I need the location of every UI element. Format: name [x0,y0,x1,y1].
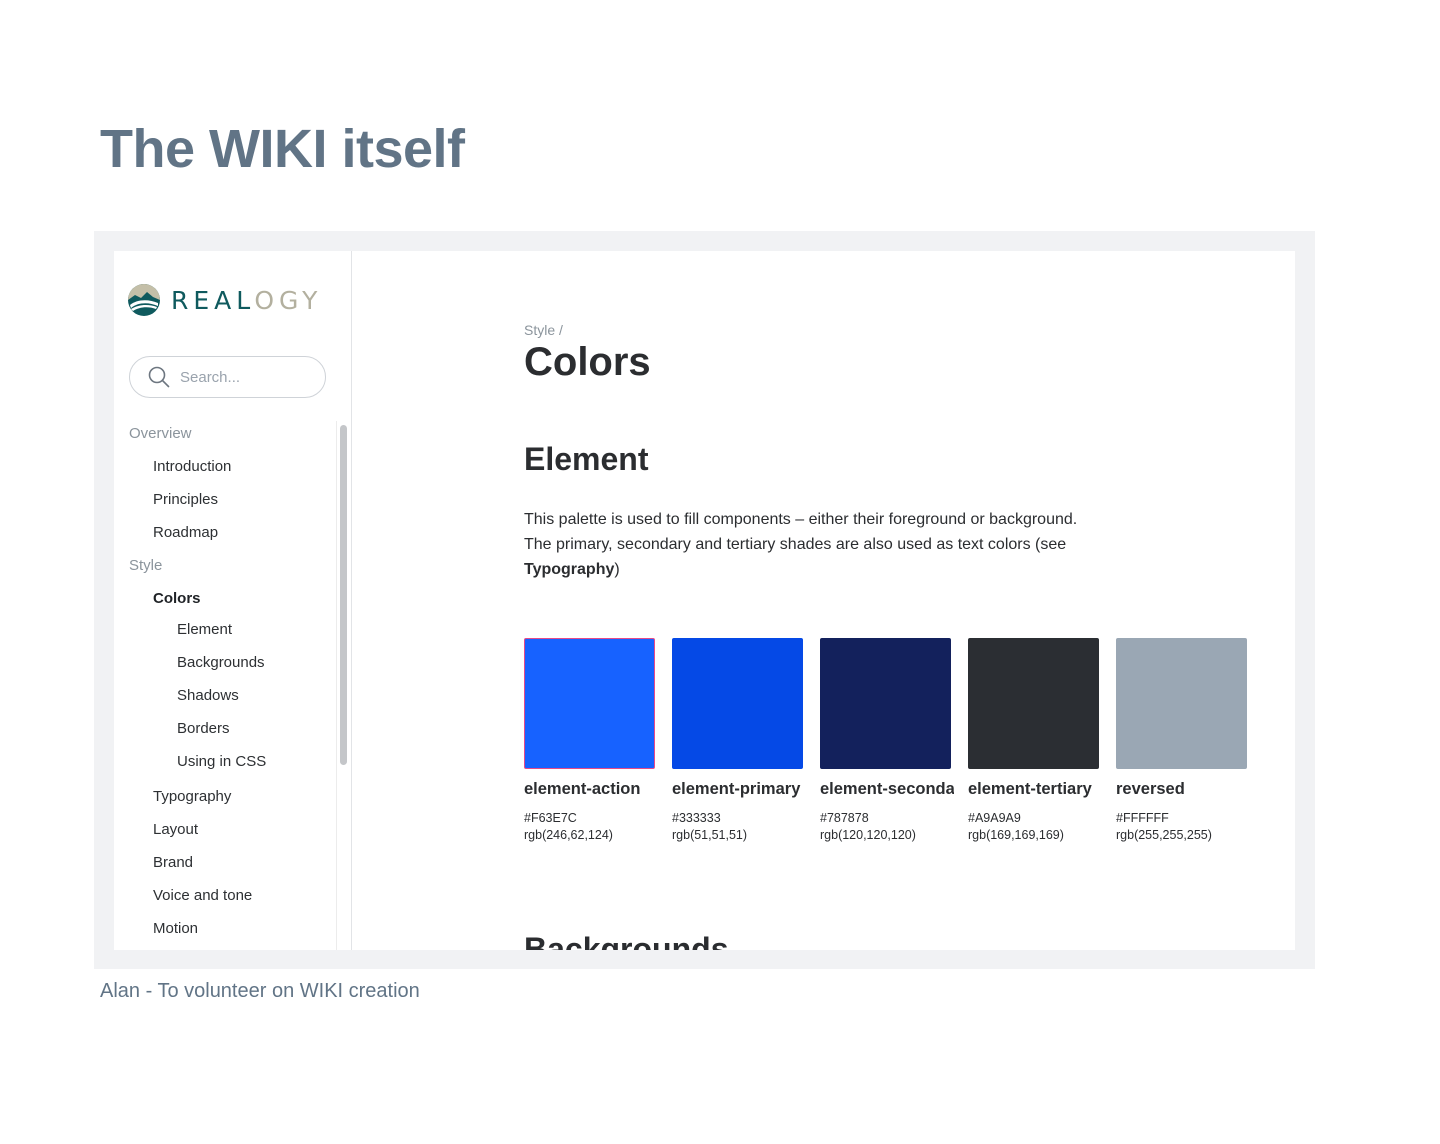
brand-logo[interactable]: REALOGY [127,283,322,317]
color-swatch: element-secondary #787878 rgb(120,120,12… [820,638,954,842]
wiki-screen: REALOGY Search... Overview Introduction … [114,251,1295,950]
screenshot-frame: REALOGY Search... Overview Introduction … [94,231,1315,969]
swatch-color-box [672,638,803,769]
swatch-hex: #FFFFFF [1116,811,1169,825]
nav-item-introduction[interactable]: Introduction [153,458,231,475]
breadcrumb[interactable]: Style / [524,322,563,338]
swatch-rgb: rgb(51,51,51) [672,828,748,842]
typography-link[interactable]: Typography [524,561,614,578]
swatch-color-box [968,638,1099,769]
swatch-name: element-primary [672,780,801,798]
nav-item-colors[interactable]: Colors [153,590,201,607]
nav-item-typography[interactable]: Typography [153,788,231,805]
swatch-name: element-action [524,780,641,798]
sidebar-scroll-track [336,421,337,950]
slide-title: The WIKI itself [100,119,465,179]
swatch-color-box [524,638,655,769]
nav-item-using-in-css[interactable]: Using in CSS [177,753,266,770]
swatch-hex: #787878 [820,811,869,825]
swatch-name: element-secondary [820,780,954,798]
swatch-hex: #333333 [672,811,721,825]
swatch-color-box [820,638,951,769]
section-title-element: Element [524,441,649,477]
swatch-name: element-tertiary [968,780,1092,798]
section-title-backgrounds: Backgrounds [524,931,729,950]
search-box[interactable]: Search... [129,356,326,398]
color-swatch: element-primary #333333 rgb(51,51,51) [672,638,803,842]
brand-wordmark: REALOGY [171,285,323,315]
nav-item-borders[interactable]: Borders [177,720,230,737]
swatch-hex: #F63E7C [524,811,577,825]
realogy-mountain-icon [128,284,160,316]
color-swatch: reversed #FFFFFF rgb(255,255,255) [1116,638,1247,842]
swatch-rgb: rgb(169,169,169) [968,828,1064,842]
main-content: Style / Colors Element This palette is u… [524,251,1264,950]
nav-item-element[interactable]: Element [177,621,232,638]
search-icon [148,366,170,388]
nav-item-layout[interactable]: Layout [153,821,198,838]
nav-item-roadmap[interactable]: Roadmap [153,524,218,541]
nav-item-voice-and-tone[interactable]: Voice and tone [153,887,252,904]
swatch-rgb: rgb(255,255,255) [1116,828,1212,842]
swatch-hex: #A9A9A9 [968,811,1021,825]
search-placeholder[interactable]: Search... [180,369,240,386]
swatch-rgb: rgb(120,120,120) [820,828,916,842]
nav-item-principles[interactable]: Principles [153,491,218,508]
nav-item-shadows[interactable]: Shadows [177,687,239,704]
sidebar: REALOGY Search... Overview Introduction … [114,251,352,950]
nav-item-backgrounds[interactable]: Backgrounds [177,654,265,671]
sidebar-scrollbar[interactable] [340,425,347,765]
page-title: Colors [524,340,651,384]
color-swatch: element-tertiary #A9A9A9 rgb(169,169,169… [968,638,1099,842]
nav-section-overview[interactable]: Overview [129,425,192,442]
swatch-name: reversed [1116,780,1185,798]
swatch-rgb: rgb(246,62,124) [524,828,613,842]
nav-item-brand[interactable]: Brand [153,854,193,871]
section-description: This palette is used to fill components … [524,511,1078,578]
color-swatch: element-action #F63E7C rgb(246,62,124) [524,638,655,842]
nav-section-style[interactable]: Style [129,557,162,574]
swatch-color-box [1116,638,1247,769]
nav-item-motion[interactable]: Motion [153,920,198,937]
slide-caption: Alan - To volunteer on WIKI creation [100,980,420,1002]
